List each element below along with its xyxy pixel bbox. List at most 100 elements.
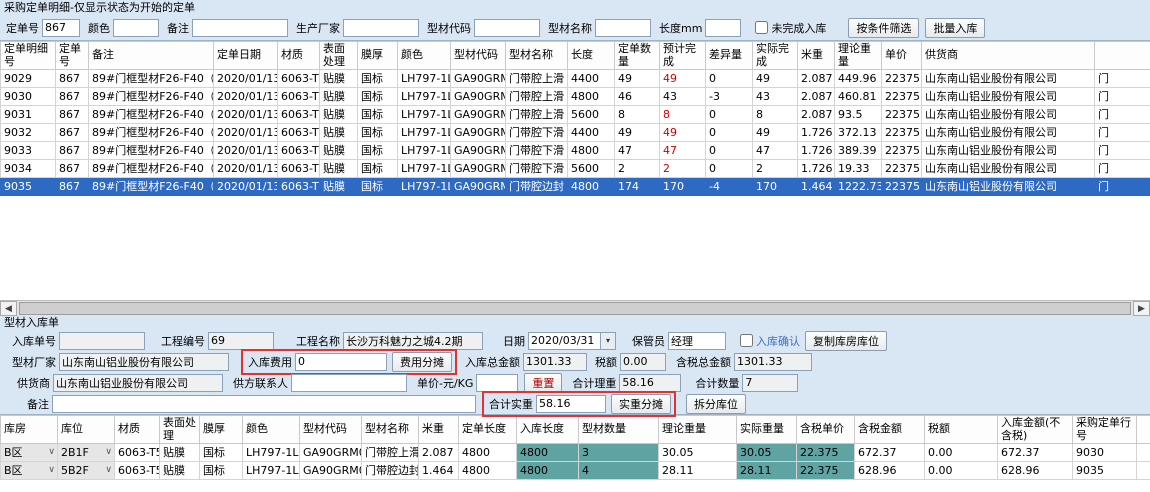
table-cell[interactable]: 174 — [615, 178, 660, 196]
table-cell[interactable]: GA90GRM03 — [451, 106, 506, 124]
table-cell[interactable]: 628.96 — [855, 462, 925, 480]
table-cell[interactable]: 2.087 — [798, 88, 835, 106]
table-cell[interactable]: 4800 — [517, 444, 579, 462]
table-cell[interactable]: 867 — [56, 160, 89, 178]
table-cell[interactable]: 6063-T5 — [278, 106, 320, 124]
table-cell[interactable]: 山东南山铝业股份有限公司 — [922, 70, 1095, 88]
table-cell[interactable]: 1.464 — [419, 462, 459, 480]
table-cell[interactable]: 门带腔下滑 — [506, 142, 568, 160]
table-cell[interactable]: 6063-T5 — [278, 142, 320, 160]
table-cell[interactable]: 门带腔边封 — [506, 178, 568, 196]
table-cell[interactable]: 22375 — [882, 70, 922, 88]
table-row[interactable]: 903586789#门框型材F26-F40（866+867）2020/01/13… — [1, 178, 1150, 196]
table-cell[interactable]: 170 — [660, 178, 706, 196]
table-cell[interactable]: 89#门框型材F26-F40（866+867） — [89, 88, 214, 106]
table-cell[interactable]: 22375 — [882, 178, 922, 196]
table-cell[interactable]: 30.05 — [737, 444, 797, 462]
keeper-input[interactable] — [668, 332, 726, 350]
table-cell[interactable]: 43 — [753, 88, 798, 106]
column-header[interactable]: 含税单价 — [797, 416, 855, 444]
reset-button[interactable]: 重置 — [524, 373, 562, 393]
table-cell[interactable]: 门 — [1095, 178, 1150, 196]
table-cell[interactable]: 89#门框型材F26-F40（866+867） — [89, 124, 214, 142]
date-picker[interactable]: ▾ — [528, 332, 616, 350]
table-row[interactable]: 903086789#门框型材F26-F40（866+867）2020/01/13… — [1, 88, 1150, 106]
copy-warehouse-button[interactable]: 复制库房库位 — [805, 331, 887, 351]
column-header[interactable]: 定单日期 — [214, 42, 278, 70]
table-cell[interactable]: 49 — [615, 70, 660, 88]
table-cell[interactable]: 山东南山铝业股份有限公司 — [922, 88, 1095, 106]
table-cell[interactable]: 0 — [706, 160, 753, 178]
table-cell[interactable]: 4400 — [568, 124, 615, 142]
table-cell[interactable]: 山东南山铝业股份有限公司 — [922, 178, 1095, 196]
table-cell[interactable]: 1.726 — [798, 142, 835, 160]
table-cell[interactable]: 门 — [1095, 106, 1150, 124]
table-cell[interactable]: 4 — [579, 462, 659, 480]
table-cell[interactable]: 1.464 — [798, 178, 835, 196]
total-qty-input[interactable] — [742, 374, 798, 392]
table-cell[interactable]: 国标 — [358, 142, 398, 160]
table-cell[interactable]: 9030 — [1, 88, 56, 106]
table-cell[interactable] — [1137, 462, 1150, 480]
scroll-left-icon[interactable]: ◀ — [0, 301, 17, 316]
table-cell[interactable] — [1137, 444, 1150, 462]
entry-total-input[interactable] — [523, 353, 587, 371]
table-cell[interactable]: -3 — [706, 88, 753, 106]
table-cell[interactable]: 0 — [706, 106, 753, 124]
table-cell[interactable]: 4800 — [568, 88, 615, 106]
table-cell[interactable]: 28.11 — [659, 462, 737, 480]
table-cell[interactable]: 2 — [753, 160, 798, 178]
table-cell[interactable]: 867 — [56, 124, 89, 142]
table-cell[interactable]: 8 — [615, 106, 660, 124]
table-cell[interactable]: 门带腔上滑 — [362, 444, 419, 462]
table-cell[interactable]: 9035 — [1, 178, 56, 196]
table-cell[interactable]: 门 — [1095, 88, 1150, 106]
table-cell[interactable]: 30.05 — [659, 444, 737, 462]
column-header[interactable]: 颜色 — [243, 416, 300, 444]
column-header[interactable]: 差异量 — [706, 42, 753, 70]
table-cell[interactable]: 6063-T5 — [278, 70, 320, 88]
table-cell[interactable]: GA90GRM05 — [300, 462, 362, 480]
column-header[interactable]: 长度 — [568, 42, 615, 70]
column-header[interactable]: 实际重量 — [737, 416, 797, 444]
column-header[interactable]: 备注 — [89, 42, 214, 70]
table-cell[interactable]: 5600 — [568, 106, 615, 124]
table-cell[interactable]: 4800 — [459, 444, 517, 462]
column-header[interactable]: 米重 — [419, 416, 459, 444]
table-row[interactable]: 902986789#门框型材F26-F40（866+867）2020/01/13… — [1, 70, 1150, 88]
entry-no-input[interactable] — [59, 332, 145, 350]
table-cell[interactable]: LH797-1LL0 — [398, 70, 451, 88]
table-cell[interactable]: 93.5 — [835, 106, 882, 124]
order-no-input[interactable] — [42, 19, 80, 37]
table-cell[interactable]: 46 — [615, 88, 660, 106]
column-header[interactable]: 理论重量 — [835, 42, 882, 70]
project-name-input[interactable] — [343, 332, 483, 350]
table-cell[interactable]: GA90GRM03 — [451, 88, 506, 106]
remark-input[interactable] — [192, 19, 288, 37]
table-cell[interactable]: 0.00 — [925, 444, 998, 462]
actual-weight-input[interactable] — [536, 395, 606, 413]
column-header[interactable]: 预计完成 — [660, 42, 706, 70]
table-cell[interactable]: 2020/01/13 — [214, 106, 278, 124]
table-cell[interactable]: GA90GRM04 — [451, 124, 506, 142]
table-cell[interactable]: 867 — [56, 88, 89, 106]
table-cell[interactable]: 49 — [615, 124, 660, 142]
calendar-dropdown-icon[interactable]: ▾ — [600, 333, 615, 349]
column-header[interactable]: 采购定单行号 — [1073, 416, 1137, 444]
table-cell[interactable]: 22375 — [882, 106, 922, 124]
table-cell[interactable]: 0 — [706, 124, 753, 142]
column-header[interactable]: 颜色 — [398, 42, 451, 70]
contact-input[interactable] — [291, 374, 407, 392]
column-header[interactable]: 库位 — [58, 416, 115, 444]
table-row[interactable]: 903186789#门框型材F26-F40（866+867）2020/01/13… — [1, 106, 1150, 124]
table-cell[interactable]: 6063-T5 — [278, 178, 320, 196]
supplier-input[interactable] — [53, 374, 223, 392]
table-cell[interactable]: 国标 — [200, 462, 243, 480]
table-cell[interactable]: 867 — [56, 70, 89, 88]
table-cell[interactable]: 山东南山铝业股份有限公司 — [922, 124, 1095, 142]
column-header[interactable]: 理论重量 — [659, 416, 737, 444]
table-cell[interactable]: 49 — [753, 124, 798, 142]
table-cell[interactable]: 0 — [706, 70, 753, 88]
column-header[interactable]: 型材名称 — [506, 42, 568, 70]
entry-confirm-checkbox[interactable] — [740, 334, 753, 347]
